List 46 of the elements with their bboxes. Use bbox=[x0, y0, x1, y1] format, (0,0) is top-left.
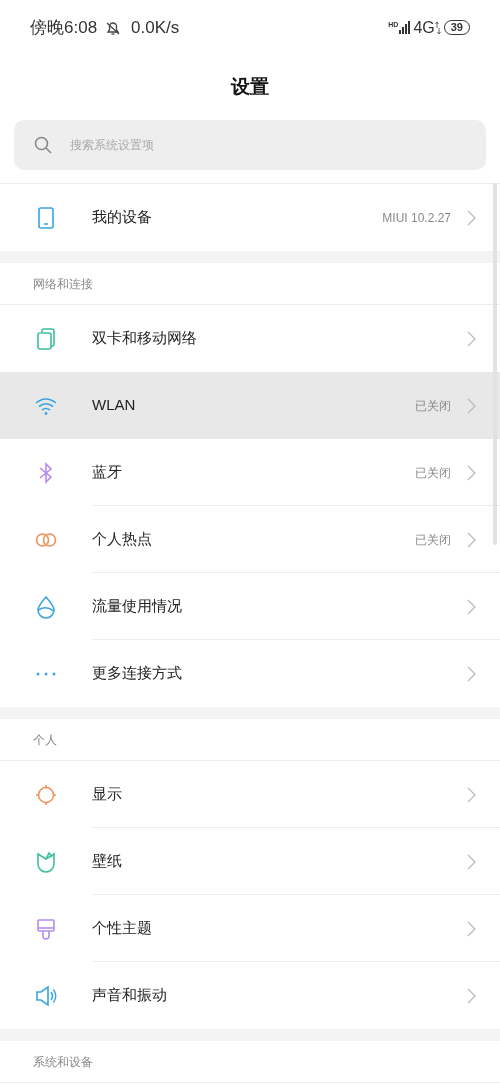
status-time: 傍晚6:08 bbox=[30, 16, 98, 39]
settings-item[interactable]: WLAN 已关闭 bbox=[0, 372, 500, 439]
section-header: 网络和连接 bbox=[33, 275, 93, 293]
drop-icon bbox=[34, 594, 58, 619]
item-status: 已关闭 bbox=[415, 397, 451, 415]
chevron-right-icon bbox=[467, 464, 476, 481]
data-arrows-icon bbox=[434, 20, 441, 35]
paint-roller-icon bbox=[34, 916, 58, 941]
sim-cards-icon bbox=[34, 326, 58, 351]
more-dots-icon bbox=[34, 671, 58, 676]
chevron-right-icon bbox=[467, 786, 476, 803]
chevron-right-icon bbox=[467, 397, 476, 414]
item-label: 壁纸 bbox=[92, 851, 122, 872]
chevron-right-icon bbox=[467, 531, 476, 548]
item-label: 声音和振动 bbox=[92, 985, 167, 1006]
item-label: 显示 bbox=[92, 784, 122, 805]
search-icon bbox=[34, 136, 52, 154]
item-status: MIUI 10.2.27 bbox=[382, 209, 451, 227]
chevron-right-icon bbox=[467, 209, 476, 226]
item-label: 双卡和移动网络 bbox=[92, 328, 197, 349]
chevron-right-icon bbox=[467, 330, 476, 347]
item-label: 更多连接方式 bbox=[92, 663, 182, 684]
chevron-right-icon bbox=[467, 920, 476, 937]
page-title: 设置 bbox=[231, 75, 269, 100]
chevron-right-icon bbox=[467, 665, 476, 682]
speaker-icon bbox=[34, 983, 58, 1008]
item-label: 蓝牙 bbox=[92, 462, 122, 483]
section-header: 个人 bbox=[33, 731, 57, 749]
item-label: WLAN bbox=[92, 395, 136, 416]
search-field[interactable]: 搜索系统设置项 bbox=[14, 120, 486, 170]
muted-bell-icon bbox=[105, 19, 122, 36]
network-speed: 0.0K/s bbox=[131, 16, 180, 39]
item-status: 已关闭 bbox=[415, 464, 451, 482]
tulip-icon bbox=[34, 849, 58, 874]
item-status: 已关闭 bbox=[415, 531, 451, 549]
chevron-right-icon bbox=[467, 853, 476, 870]
signal-icon bbox=[399, 21, 411, 34]
network-type: 4G bbox=[413, 17, 435, 38]
item-label: 个人热点 bbox=[92, 529, 152, 550]
chevron-right-icon bbox=[467, 987, 476, 1004]
chevron-right-icon bbox=[467, 598, 476, 615]
item-label: 我的设备 bbox=[92, 207, 152, 228]
section-header: 系统和设备 bbox=[33, 1053, 93, 1071]
sun-icon bbox=[34, 782, 58, 807]
item-label: 流量使用情况 bbox=[92, 596, 182, 617]
item-label: 个性主题 bbox=[92, 918, 152, 939]
